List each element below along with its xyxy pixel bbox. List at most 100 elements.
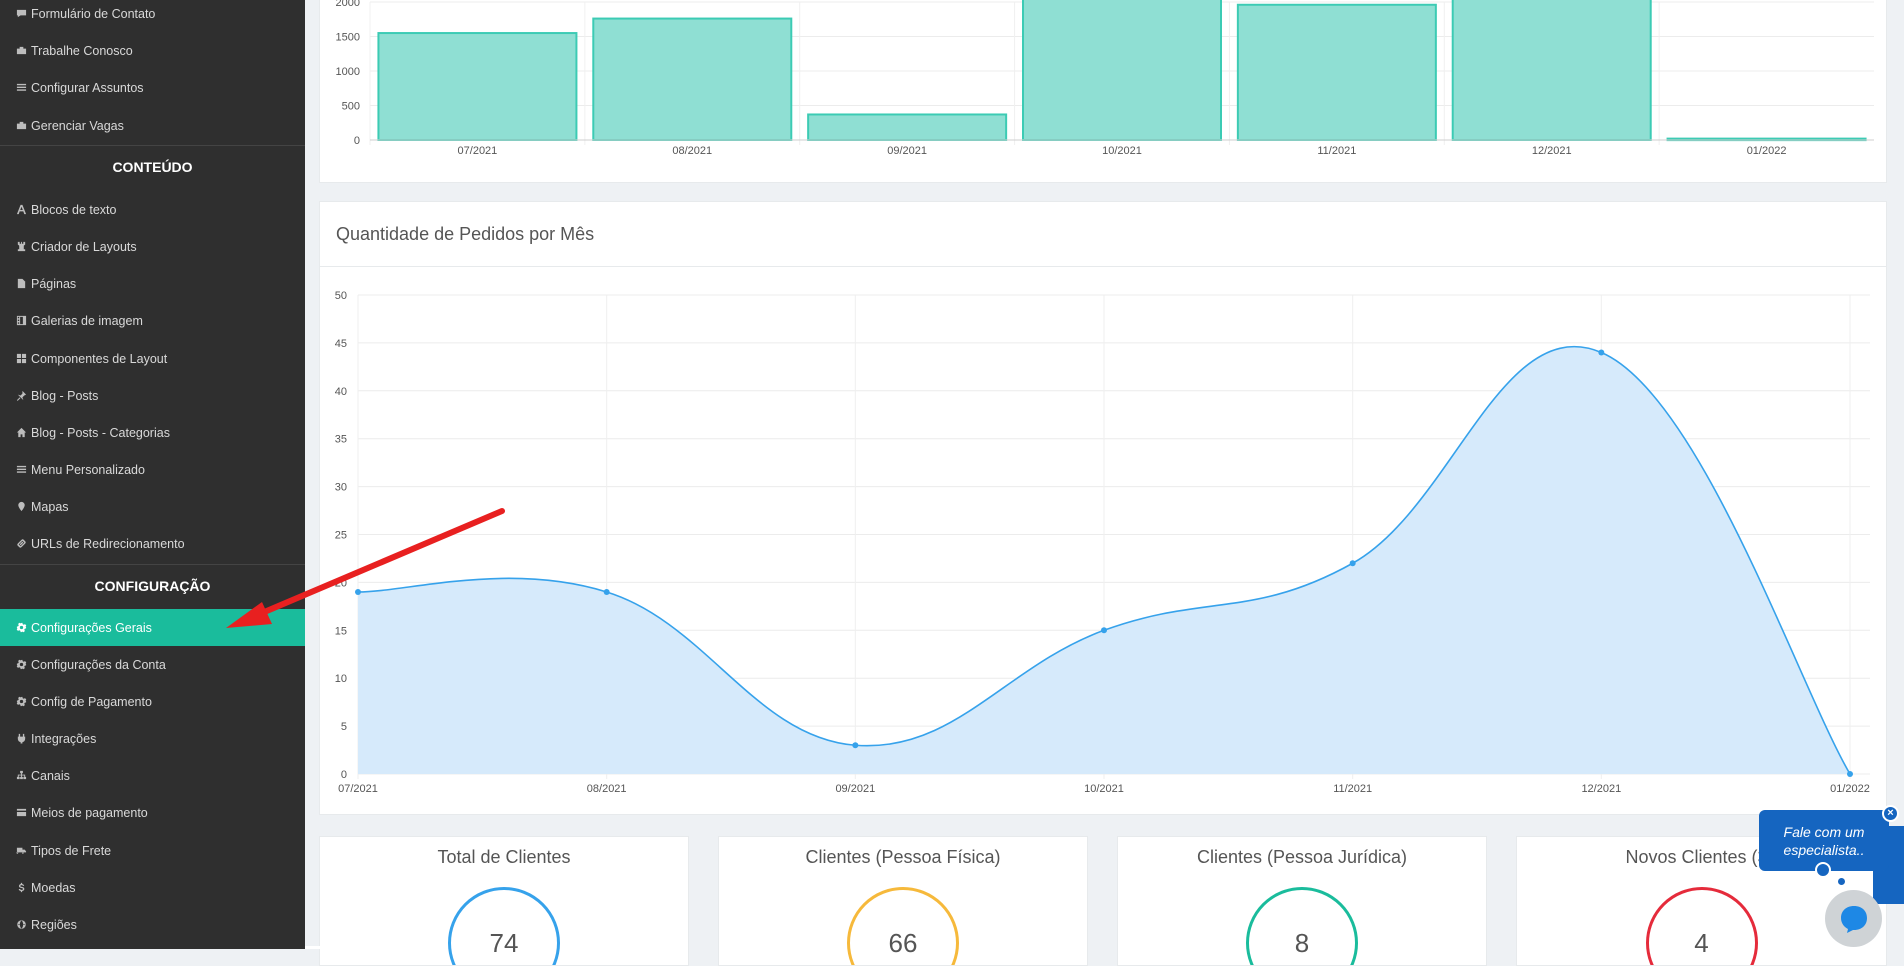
bar-10/2021 [1022, 0, 1222, 142]
sidebar-item-mapas[interactable]: Mapas [0, 488, 305, 525]
sidebar-item-configuracoes-da-conta[interactable]: Configurações da Conta [0, 646, 305, 683]
globe-icon [15, 919, 27, 931]
sitemap-icon [15, 770, 27, 782]
font-icon [15, 204, 27, 216]
bar-09/2021 [807, 113, 1008, 142]
line-y-tick: 15 [335, 625, 347, 637]
sidebar-item-formulario-de-contato[interactable]: Formulário de Contato [0, 0, 305, 32]
chat-close-button[interactable]: × [1882, 805, 1899, 822]
sidebar-section-config: CONFIGURAÇÃO [0, 564, 305, 607]
sidebar-item-label: Formulário de Contato [31, 6, 156, 21]
line-y-tick: 10 [335, 673, 347, 685]
bar-08/2021 [592, 17, 793, 142]
orders-per-month-chart: 0 5 10 15 20 25 30 35 40 45 50 07/2021 08/2021 09/202… [335, 290, 1870, 795]
line-x-tick: 12/2021 [1581, 783, 1621, 795]
sidebar-item-blog-posts-categorias[interactable]: Blog - Posts - Categorias [0, 414, 305, 451]
line-y-tick: 0 [341, 769, 347, 781]
bar-11/2021 [1236, 3, 1437, 142]
truck-icon [15, 845, 27, 857]
stat-value-ring: 8 [1246, 887, 1358, 965]
chat-icon [1840, 905, 1867, 933]
sidebar-item-label: Configurações Gerais [31, 620, 152, 635]
sidebar-item-menu-personalizado[interactable]: Menu Personalizado [0, 451, 305, 488]
film-icon [15, 315, 27, 327]
bar-12/2021 [1451, 0, 1652, 141]
sidebar-item-meios-de-pagamento[interactable]: Meios de pagamento [0, 794, 305, 831]
sidebar-item-criador-de-layouts[interactable]: Criador de Layouts [0, 228, 305, 265]
bar-x-tick: 08/2021 [672, 145, 712, 157]
sidebar-item-label: Menu Personalizado [31, 462, 145, 477]
line-y-tick: 50 [335, 290, 347, 302]
gear-icon [15, 696, 27, 708]
bar-x-tick: 01/2022 [1747, 145, 1787, 157]
sidebar-item-label: Regiões [31, 917, 77, 932]
sidebar-item-integracoes[interactable]: Integrações [0, 720, 305, 757]
sidebar-item-label: Configurações da Conta [31, 657, 166, 672]
sidebar-item-label: Blocos de texto [31, 202, 117, 217]
line-x-tick: 08/2021 [587, 783, 627, 795]
orders-point-01/2022[interactable] [1847, 771, 1853, 777]
line-x-tick: 09/2021 [835, 783, 875, 795]
home-icon [15, 427, 27, 439]
line-x-tick: 07/2021 [338, 783, 378, 795]
sidebar-item-componentes-de-layout[interactable]: Componentes de Layout [0, 340, 305, 377]
chess-rook-icon [15, 241, 27, 253]
sidebar-item-urls-de-redirecionamento[interactable]: URLs de Redirecionamento [0, 525, 305, 562]
sidebar-item-gerenciar-vagas[interactable]: Gerenciar Vagas [0, 107, 305, 144]
sidebar-item-paginas[interactable]: Páginas [0, 265, 305, 302]
chat-launcher-button[interactable] [1825, 890, 1882, 947]
sidebar-item-galerias-de-imagem[interactable]: Galerias de imagem [0, 302, 305, 339]
list-icon [15, 82, 27, 94]
sidebar-item-label: Mapas [31, 499, 69, 514]
stat-title: Clientes (Pessoa Física) [805, 847, 1001, 867]
line-y-tick: 25 [335, 530, 347, 542]
line-x-tick: 11/2021 [1333, 783, 1372, 795]
line-y-tick: 45 [335, 338, 347, 350]
bar-y-tick: 0 [354, 135, 360, 147]
sidebar-item-config-de-pagamento[interactable]: Config de Pagamento [0, 683, 305, 720]
orders-point-11/2021[interactable] [1349, 560, 1356, 567]
sidebar-item-label: Meios de pagamento [31, 805, 148, 820]
gear-icon [15, 622, 27, 634]
line-y-tick: 30 [335, 482, 347, 494]
sidebar-item-label: Moedas [31, 880, 76, 895]
map-marker-icon [15, 501, 27, 513]
monthly-bar-chart: 0 500 1000 1500 2000 07/2021 08/2021 09/2021 10/… [336, 0, 1874, 157]
sidebar-item-configurar-assuntos[interactable]: Configurar Assuntos [0, 69, 305, 106]
sidebar-item-label: URLs de Redirecionamento [31, 536, 185, 551]
orders-point-10/2021[interactable] [1101, 627, 1107, 634]
sidebar-item-moedas[interactable]: Moedas [0, 869, 305, 906]
sidebar-item-tipos-de-frete[interactable]: Tipos de Frete [0, 832, 305, 869]
stat-value-ring: 66 [847, 887, 959, 965]
bar-y-tick: 2000 [336, 0, 360, 9]
orders-point-08/2021[interactable] [603, 588, 610, 595]
bar-x-tick: 11/2021 [1317, 145, 1356, 157]
orders-chart-title: Quantidade de Pedidos por Mês [320, 202, 1886, 267]
sidebar-item-label: Criador de Layouts [31, 239, 137, 254]
grid-icon [15, 353, 27, 365]
sidebar-item-trabalhe-conosco[interactable]: Trabalhe Conosco [0, 32, 305, 69]
pin-icon [15, 390, 27, 402]
stat-value-ring: 74 [448, 887, 560, 965]
sidebar-item-blocos-de-texto[interactable]: Blocos de texto [0, 191, 305, 228]
sidebar-item-blog-posts[interactable]: Blog - Posts [0, 377, 305, 414]
orders-point-12/2021[interactable] [1598, 349, 1605, 356]
line-x-tick: 10/2021 [1084, 783, 1124, 795]
chat-bubble-dot [1815, 862, 1831, 878]
sidebar-item-label: Componentes de Layout [31, 351, 168, 366]
plug-icon [15, 733, 27, 745]
monthly-bar-chart-card: 0 500 1000 1500 2000 07/2021 08/2021 09/2021 10/… [319, 0, 1887, 183]
stat-company-clients: Clientes (Pessoa Jurídica) 8 [1117, 836, 1487, 966]
sidebar-item-configuracoes-gerais[interactable]: Configurações Gerais [0, 609, 305, 646]
sidebar-item-regioes[interactable]: Regiões [0, 906, 305, 943]
stat-individual-clients: Clientes (Pessoa Física) 66 [718, 836, 1088, 966]
sidebar-item-label: Blog - Posts - Categorias [31, 425, 170, 440]
orders-point-07/2021[interactable] [355, 588, 361, 595]
orders-per-month-card: Quantidade de Pedidos por Mês 0 5 10 15 20 25… [319, 201, 1887, 815]
bar-x-tick: 07/2021 [458, 145, 498, 157]
sidebar-item-label: Trabalhe Conosco [31, 43, 133, 58]
briefcase-icon [15, 45, 27, 57]
sidebar-item-canais[interactable]: Canais [0, 757, 305, 794]
stat-value-ring: 4 [1645, 887, 1758, 965]
orders-point-09/2021[interactable] [852, 742, 859, 749]
